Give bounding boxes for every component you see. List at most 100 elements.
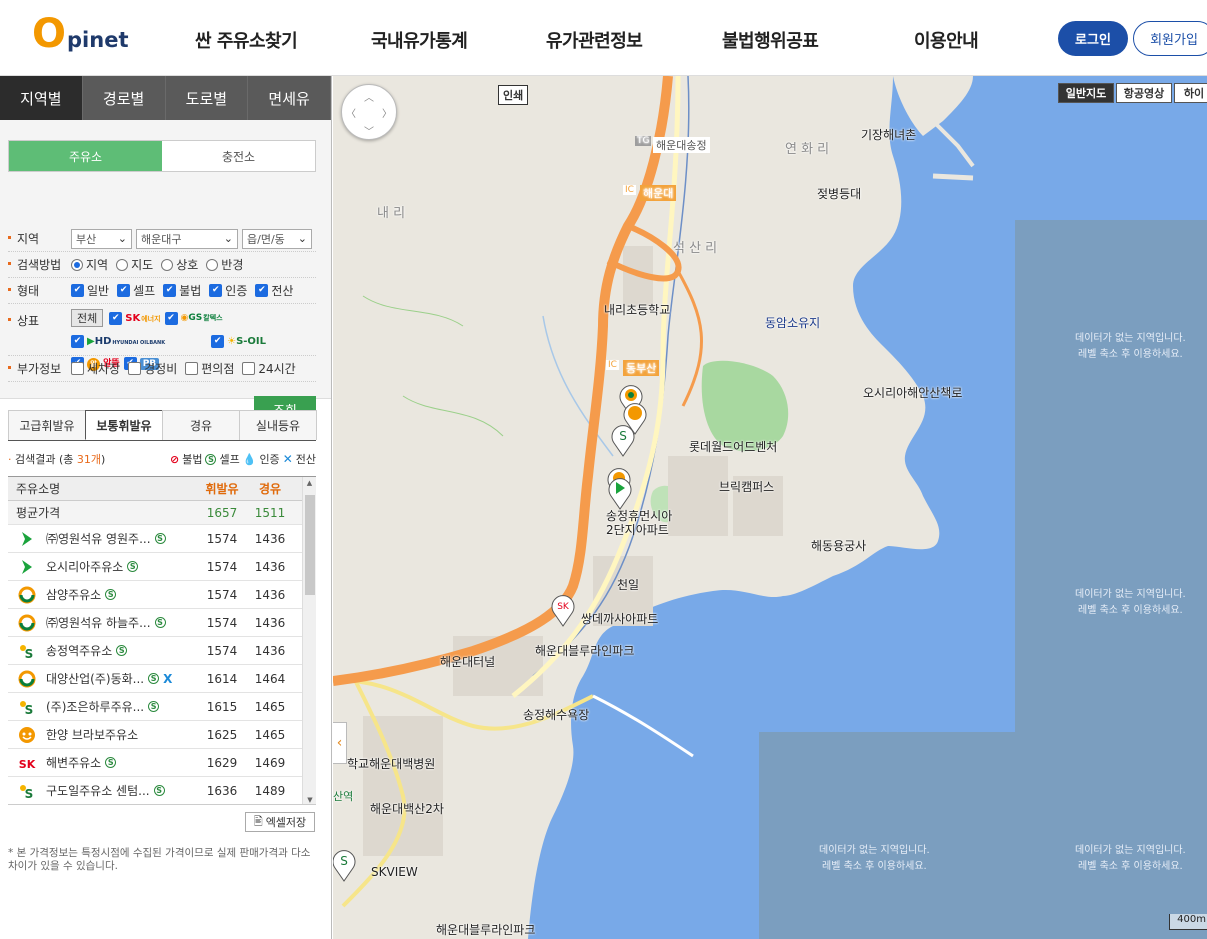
station-name-cell[interactable]: 대양산업(주)동화... S X [8, 670, 198, 688]
map-view[interactable]: 기장해녀촌 연 화 리 젖병등대 내 리 석 산 리 해운대송정 TG 해운대 … [333, 76, 1207, 939]
scroll-up-icon[interactable]: ▲ [303, 479, 316, 487]
extra-carwash-checkbox[interactable]: 세차장 [71, 360, 120, 377]
brand-all-button[interactable]: 전체 [71, 309, 104, 327]
brand-soil-checkbox[interactable]: ✔ ☀S-OIL [211, 335, 266, 348]
station-name[interactable]: 삼양주유소 [46, 586, 101, 603]
station-name-cell[interactable]: ㈜영원석유 하늘주... S [8, 614, 198, 632]
gu-select[interactable]: 해운대구 [136, 228, 238, 249]
sido-select[interactable]: 부산 [71, 228, 132, 249]
station-name-cell[interactable]: SK 해변주유소 S [8, 754, 198, 772]
station-name-cell[interactable]: 삼양주유소 S [8, 586, 198, 604]
type-cert-checkbox[interactable]: ✔ 인증 [209, 282, 247, 299]
table-body: ㈜영원석유 영원주... S 1574 1436 오시리아주유소 S 1574 1436 삼양주… [8, 525, 316, 804]
tab-premium-gasoline[interactable]: 고급휘발유 [8, 410, 86, 440]
brand-hd-checkbox[interactable]: ✔ ▶HDHYUNDAI OILBANK [71, 335, 165, 348]
map-pan-control[interactable]: ︿ ﹀ 〈 〉 [341, 84, 397, 140]
collapse-panel-button[interactable]: ‹ [333, 722, 347, 764]
table-row[interactable]: ㈜영원석유 하늘주... S 1574 1436 [8, 609, 316, 637]
station-name[interactable]: 구도일주유소 센텀... [46, 782, 150, 799]
type-self-checkbox[interactable]: ✔ 셀프 [117, 282, 155, 299]
extra-maintenance-checkbox[interactable]: 경정비 [128, 360, 177, 377]
station-name[interactable]: ㈜영원석유 하늘주... [46, 614, 151, 631]
map-label-haeundae-tunnel: 해운대터널 [440, 655, 496, 669]
nav-illegal[interactable]: 불법행위공표 [722, 27, 819, 53]
brand-gs-checkbox[interactable]: ✔ ◉GS칼텍스 [164, 309, 223, 327]
brand-sk-checkbox[interactable]: ✔ SK에너지 [109, 309, 161, 327]
opinet-logo[interactable]: O pinet [32, 14, 128, 54]
table-row[interactable]: 삼양주유소 S 1574 1436 [8, 581, 316, 609]
station-name[interactable]: 한양 브라보주유소 [46, 726, 138, 743]
table-row[interactable]: 대양산업(주)동화... S X 1614 1464 [8, 665, 316, 693]
extra-24h-checkbox[interactable]: 24시간 [242, 360, 296, 377]
tab-road[interactable]: 도로별 [165, 76, 249, 120]
station-name-cell[interactable]: S (주)조은하루주유... S [8, 698, 198, 716]
table-row[interactable]: 한양 브라보주유소 1625 1465 [8, 721, 316, 749]
login-button[interactable]: 로그인 [1058, 21, 1128, 56]
scroll-down-icon[interactable]: ▼ [303, 796, 316, 804]
pan-up-icon[interactable]: ︿ [364, 89, 374, 104]
gasoline-price: 1629 [206, 755, 238, 770]
station-name-cell[interactable]: 한양 브라보주유소 [8, 726, 198, 744]
tab-regular-gasoline[interactable]: 보통휘발유 [85, 410, 163, 440]
type-pos-checkbox[interactable]: ✔ 전산 [255, 282, 293, 299]
station-name[interactable]: (주)조은하루주유... [46, 698, 144, 715]
tab-region[interactable]: 지역별 [0, 76, 83, 120]
maptype-normal[interactable]: 일반지도 [1058, 83, 1114, 103]
method-radius-radio[interactable]: 반경 [206, 256, 243, 273]
station-name[interactable]: 해변주유소 [46, 754, 101, 771]
extra-store-checkbox[interactable]: 편의점 [185, 360, 234, 377]
nav-guide[interactable]: 이용안내 [914, 27, 979, 53]
map-label-baeksan: 해운대백산2차 [370, 802, 444, 816]
station-name[interactable]: ㈜영원석유 영원주... [46, 530, 151, 547]
nav-cheap-station[interactable]: 싼 주유소찾기 [195, 27, 298, 53]
station-name-cell[interactable]: S 송정역주유소 S [8, 642, 198, 660]
pan-left-icon[interactable]: 〈 [346, 105, 356, 120]
station-pin-sk[interactable]: SK [550, 593, 576, 627]
table-row[interactable]: SK 해변주유소 S 1629 1469 [8, 749, 316, 777]
station-name-cell[interactable]: 오시리아주유소 S [8, 558, 198, 576]
table-row[interactable]: S 송정역주유소 S 1574 1436 [8, 637, 316, 665]
excel-save-button[interactable]: 🖹 엑셀저장 [245, 812, 315, 832]
tab-route[interactable]: 경로별 [82, 76, 166, 120]
method-map-radio[interactable]: 지도 [116, 256, 153, 273]
tab-kerosene[interactable]: 실내등유 [239, 410, 317, 440]
fuel-tabs: 고급휘발유 보통휘발유 경유 실내등유 [8, 410, 317, 441]
map-label-yeonhwari: 연 화 리 [785, 142, 830, 157]
station-name[interactable]: 오시리아주유소 [46, 558, 123, 575]
nodata-line1: 데이터가 없는 지역입니다. [1075, 845, 1186, 856]
check-icon: ✔ [255, 284, 269, 297]
nav-price-info[interactable]: 유가관련정보 [546, 27, 643, 53]
station-name-cell[interactable]: S 구도일주유소 센텀... S [8, 782, 198, 800]
station-name[interactable]: 대양산업(주)동화... [46, 670, 144, 687]
station-pin-soil-2[interactable]: S [333, 848, 357, 882]
table-row[interactable]: ㈜영원석유 영원주... S 1574 1436 [8, 525, 316, 553]
table-scrollbar[interactable]: ▲ ▼ [302, 477, 316, 804]
table-row[interactable]: 오시리아주유소 S 1574 1436 [8, 553, 316, 581]
dong-select[interactable]: 읍/면/동 [242, 228, 312, 249]
tab-taxfree[interactable]: 면세유 [248, 76, 331, 120]
type-normal-checkbox[interactable]: ✔ 일반 [71, 282, 109, 299]
station-pin-hd[interactable] [607, 476, 633, 510]
station-name[interactable]: 송정역주유소 [46, 642, 112, 659]
logo-text: pinet [67, 28, 129, 52]
maptype-hybrid[interactable]: 하이 [1174, 83, 1207, 103]
type-illegal-checkbox[interactable]: ✔ 불법 [163, 282, 201, 299]
diesel-price: 1489 [254, 783, 286, 798]
nav-domestic-stats[interactable]: 국내유가통계 [371, 27, 468, 53]
pan-right-icon[interactable]: 〉 [382, 105, 392, 120]
check-icon: ✔ [163, 284, 177, 297]
join-button[interactable]: 회원가입 [1133, 21, 1207, 56]
tab-charging-station[interactable]: 충전소 [162, 141, 315, 171]
method-region-radio[interactable]: 지역 [71, 256, 108, 273]
station-name-cell[interactable]: ㈜영원석유 영원주... S [8, 530, 198, 548]
pan-down-icon[interactable]: ﹀ [364, 123, 374, 138]
table-row[interactable]: S 구도일주유소 센텀... S 1636 1489 [8, 777, 316, 804]
method-name-radio[interactable]: 상호 [161, 256, 198, 273]
station-pin-soil[interactable]: S [610, 423, 636, 457]
tab-gas-station[interactable]: 주유소 [9, 141, 162, 171]
maptype-aerial[interactable]: 항공영상 [1116, 83, 1172, 103]
table-row[interactable]: S (주)조은하루주유... S 1615 1465 [8, 693, 316, 721]
scroll-thumb[interactable] [305, 495, 315, 595]
tab-diesel[interactable]: 경유 [162, 410, 240, 440]
print-button[interactable]: 인쇄 [498, 85, 529, 105]
